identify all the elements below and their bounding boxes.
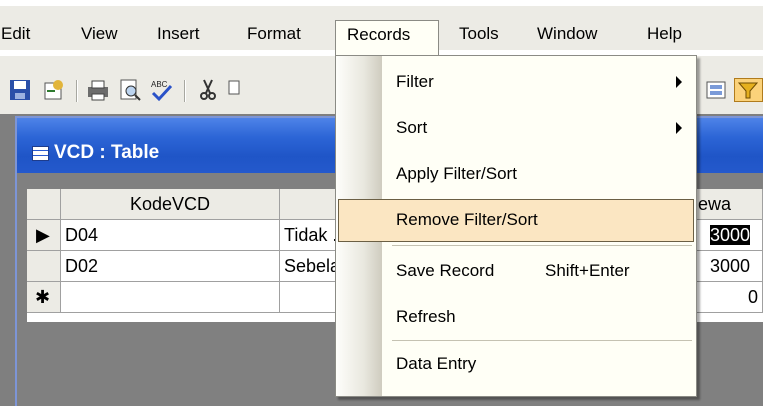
menu-item-remove-filter-sort[interactable]: Remove Filter/Sort bbox=[396, 205, 538, 235]
spelling-icon[interactable]: ABC bbox=[150, 78, 174, 102]
menu-help[interactable]: Help bbox=[647, 19, 682, 49]
menu-item-sort[interactable]: Sort bbox=[396, 113, 427, 143]
menu-insert[interactable]: Insert bbox=[157, 19, 200, 49]
submenu-arrow-icon bbox=[676, 122, 682, 134]
table-cell-selected[interactable]: 3000 bbox=[696, 220, 763, 251]
table-window-title: VCD : Table bbox=[54, 142, 160, 163]
table-cell[interactable]: D02 bbox=[61, 251, 280, 282]
table-cell[interactable]: 3000 bbox=[696, 251, 763, 282]
menu-tools[interactable]: Tools bbox=[459, 19, 499, 49]
column-header[interactable]: ewa bbox=[696, 189, 763, 220]
toggle-icon[interactable] bbox=[705, 78, 729, 102]
column-header[interactable]: KodeVCD bbox=[61, 189, 280, 220]
menu-format[interactable]: Format bbox=[247, 19, 301, 49]
filter-icon[interactable] bbox=[734, 78, 763, 102]
toolbar-separator bbox=[184, 80, 186, 102]
menu-item-refresh[interactable]: Refresh bbox=[396, 302, 456, 332]
cut-icon[interactable] bbox=[196, 78, 220, 102]
menu-item-filter[interactable]: Filter bbox=[396, 67, 434, 97]
save-icon[interactable] bbox=[8, 78, 32, 102]
menu-edit[interactable]: Edit bbox=[1, 19, 30, 49]
toolbar-separator bbox=[76, 80, 78, 102]
table-icon bbox=[32, 146, 49, 161]
menu-bar: Edit View Insert Format Records Tools Wi… bbox=[0, 0, 763, 62]
print-preview-icon[interactable] bbox=[118, 78, 142, 102]
print-icon[interactable] bbox=[86, 78, 110, 102]
table-cell[interactable]: 0 bbox=[696, 282, 763, 313]
database-icon[interactable] bbox=[42, 78, 66, 102]
menu-item-save-record[interactable]: Save Record bbox=[396, 256, 494, 286]
table-cell[interactable]: D04 bbox=[61, 220, 280, 251]
menu-separator bbox=[392, 340, 692, 341]
submenu-arrow-icon bbox=[676, 76, 682, 88]
copy-icon[interactable] bbox=[226, 78, 250, 102]
menu-view[interactable]: View bbox=[81, 19, 118, 49]
table-cell[interactable] bbox=[61, 282, 280, 313]
menu-window[interactable]: Window bbox=[537, 19, 597, 49]
menu-item-apply-filter-sort[interactable]: Apply Filter/Sort bbox=[396, 159, 517, 189]
menu-shortcut: Shift+Enter bbox=[545, 261, 630, 280]
record-selector-new[interactable]: ✱ bbox=[27, 282, 61, 313]
selected-text: 3000 bbox=[710, 225, 751, 245]
record-selector[interactable] bbox=[27, 251, 61, 282]
menu-item-data-entry[interactable]: Data Entry bbox=[396, 349, 476, 379]
menu-separator bbox=[392, 245, 692, 246]
svg-text:ABC: ABC bbox=[151, 80, 168, 89]
select-all-corner[interactable] bbox=[27, 189, 61, 220]
record-selector-current[interactable]: ▶ bbox=[27, 220, 61, 251]
